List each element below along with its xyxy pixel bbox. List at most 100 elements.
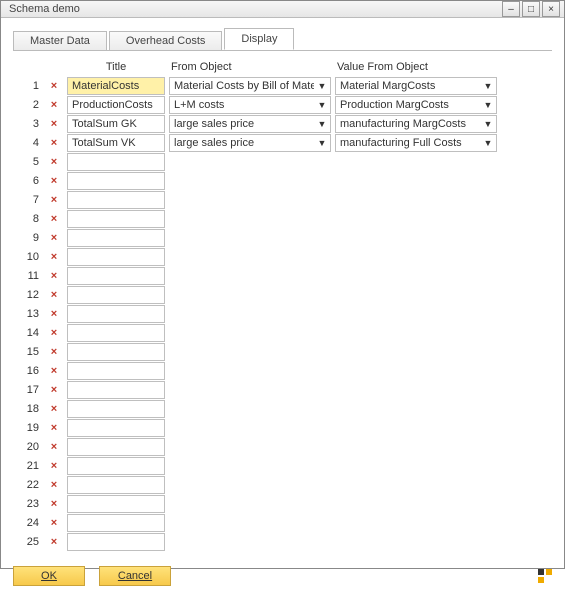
value-from-object-select[interactable]: manufacturing Full Costs▼ <box>335 134 497 152</box>
chevron-down-icon: ▼ <box>480 138 496 148</box>
title-input[interactable] <box>67 229 165 247</box>
delete-row-icon[interactable]: × <box>45 514 63 532</box>
delete-row-icon[interactable]: × <box>45 324 63 342</box>
chevron-down-icon: ▼ <box>480 100 496 110</box>
title-input[interactable] <box>67 400 165 418</box>
header-from-object: From Object <box>169 61 331 77</box>
title-input[interactable] <box>67 438 165 456</box>
header-blank-del <box>45 61 63 77</box>
title-input[interactable] <box>67 210 165 228</box>
title-input[interactable] <box>67 533 165 551</box>
delete-row-icon[interactable]: × <box>45 533 63 551</box>
delete-row-icon[interactable]: × <box>45 438 63 456</box>
resize-grip-icon[interactable] <box>538 569 552 583</box>
title-input[interactable] <box>67 115 165 133</box>
value-from-object-value: manufacturing Full Costs <box>336 137 480 149</box>
row-number: 16 <box>13 362 41 380</box>
value-from-object-value: Material MargCosts <box>336 80 480 92</box>
header-title: Title <box>67 61 165 77</box>
row-number: 1 <box>13 77 41 95</box>
delete-row-icon[interactable]: × <box>45 381 63 399</box>
chevron-down-icon: ▼ <box>480 119 496 129</box>
from-object-select[interactable]: L+M costs▼ <box>169 96 331 114</box>
from-object-select[interactable]: large sales price▼ <box>169 115 331 133</box>
row-number: 4 <box>13 134 41 152</box>
value-from-object-select[interactable]: manufacturing MargCosts▼ <box>335 115 497 133</box>
tab-display[interactable]: Display <box>224 28 294 50</box>
delete-row-icon[interactable]: × <box>45 400 63 418</box>
delete-row-icon[interactable]: × <box>45 248 63 266</box>
title-input[interactable] <box>67 362 165 380</box>
maximize-button[interactable]: □ <box>522 1 540 17</box>
title-input[interactable] <box>67 77 165 95</box>
delete-row-icon[interactable]: × <box>45 115 63 133</box>
value-from-object-select[interactable]: Production MargCosts▼ <box>335 96 497 114</box>
title-input[interactable] <box>67 267 165 285</box>
title-input[interactable] <box>67 286 165 304</box>
row-number: 3 <box>13 115 41 133</box>
value-from-object-select[interactable]: Material MargCosts▼ <box>335 77 497 95</box>
row-number: 8 <box>13 210 41 228</box>
row-number: 24 <box>13 514 41 532</box>
delete-row-icon[interactable]: × <box>45 229 63 247</box>
delete-row-icon[interactable]: × <box>45 191 63 209</box>
delete-row-icon[interactable]: × <box>45 495 63 513</box>
title-input[interactable] <box>67 134 165 152</box>
window-title: Schema demo <box>9 3 500 15</box>
ok-button[interactable]: OK <box>13 566 85 586</box>
title-input[interactable] <box>67 495 165 513</box>
value-from-object-value: manufacturing MargCosts <box>336 118 480 130</box>
delete-row-icon[interactable]: × <box>45 77 63 95</box>
title-input[interactable] <box>67 381 165 399</box>
from-object-select[interactable]: large sales price▼ <box>169 134 331 152</box>
title-input[interactable] <box>67 248 165 266</box>
row-number: 19 <box>13 419 41 437</box>
delete-row-icon[interactable]: × <box>45 286 63 304</box>
title-input[interactable] <box>67 457 165 475</box>
delete-row-icon[interactable]: × <box>45 362 63 380</box>
header-blank-num <box>13 61 41 77</box>
delete-row-icon[interactable]: × <box>45 134 63 152</box>
from-object-value: Material Costs by Bill of Material <box>170 80 314 92</box>
cancel-button[interactable]: Cancel <box>99 566 171 586</box>
window: Schema demo – □ × Master DataOverhead Co… <box>0 0 565 569</box>
title-input[interactable] <box>67 324 165 342</box>
from-object-value: L+M costs <box>170 99 314 111</box>
minimize-button[interactable]: – <box>502 1 520 17</box>
delete-row-icon[interactable]: × <box>45 343 63 361</box>
row-number: 7 <box>13 191 41 209</box>
from-object-select[interactable]: Material Costs by Bill of Material▼ <box>169 77 331 95</box>
title-input[interactable] <box>67 419 165 437</box>
delete-row-icon[interactable]: × <box>45 96 63 114</box>
title-input[interactable] <box>67 305 165 323</box>
chevron-down-icon: ▼ <box>480 81 496 91</box>
row-number: 2 <box>13 96 41 114</box>
row-number: 20 <box>13 438 41 456</box>
delete-row-icon[interactable]: × <box>45 419 63 437</box>
row-number: 6 <box>13 172 41 190</box>
delete-row-icon[interactable]: × <box>45 457 63 475</box>
title-input[interactable] <box>67 476 165 494</box>
row-number: 12 <box>13 286 41 304</box>
title-input[interactable] <box>67 514 165 532</box>
title-input[interactable] <box>67 343 165 361</box>
delete-row-icon[interactable]: × <box>45 210 63 228</box>
delete-row-icon[interactable]: × <box>45 172 63 190</box>
rows-grid: TitleFrom ObjectValue From Object1×Mater… <box>13 61 552 552</box>
row-number: 17 <box>13 381 41 399</box>
tab-overhead-costs[interactable]: Overhead Costs <box>109 31 222 51</box>
title-input[interactable] <box>67 153 165 171</box>
row-number: 11 <box>13 267 41 285</box>
tab-panel-display: TitleFrom ObjectValue From Object1×Mater… <box>13 50 552 552</box>
delete-row-icon[interactable]: × <box>45 476 63 494</box>
title-input[interactable] <box>67 191 165 209</box>
delete-row-icon[interactable]: × <box>45 267 63 285</box>
from-object-value: large sales price <box>170 118 314 130</box>
row-number: 13 <box>13 305 41 323</box>
title-input[interactable] <box>67 172 165 190</box>
close-button[interactable]: × <box>542 1 560 17</box>
title-input[interactable] <box>67 96 165 114</box>
delete-row-icon[interactable]: × <box>45 305 63 323</box>
tab-master-data[interactable]: Master Data <box>13 31 107 51</box>
delete-row-icon[interactable]: × <box>45 153 63 171</box>
